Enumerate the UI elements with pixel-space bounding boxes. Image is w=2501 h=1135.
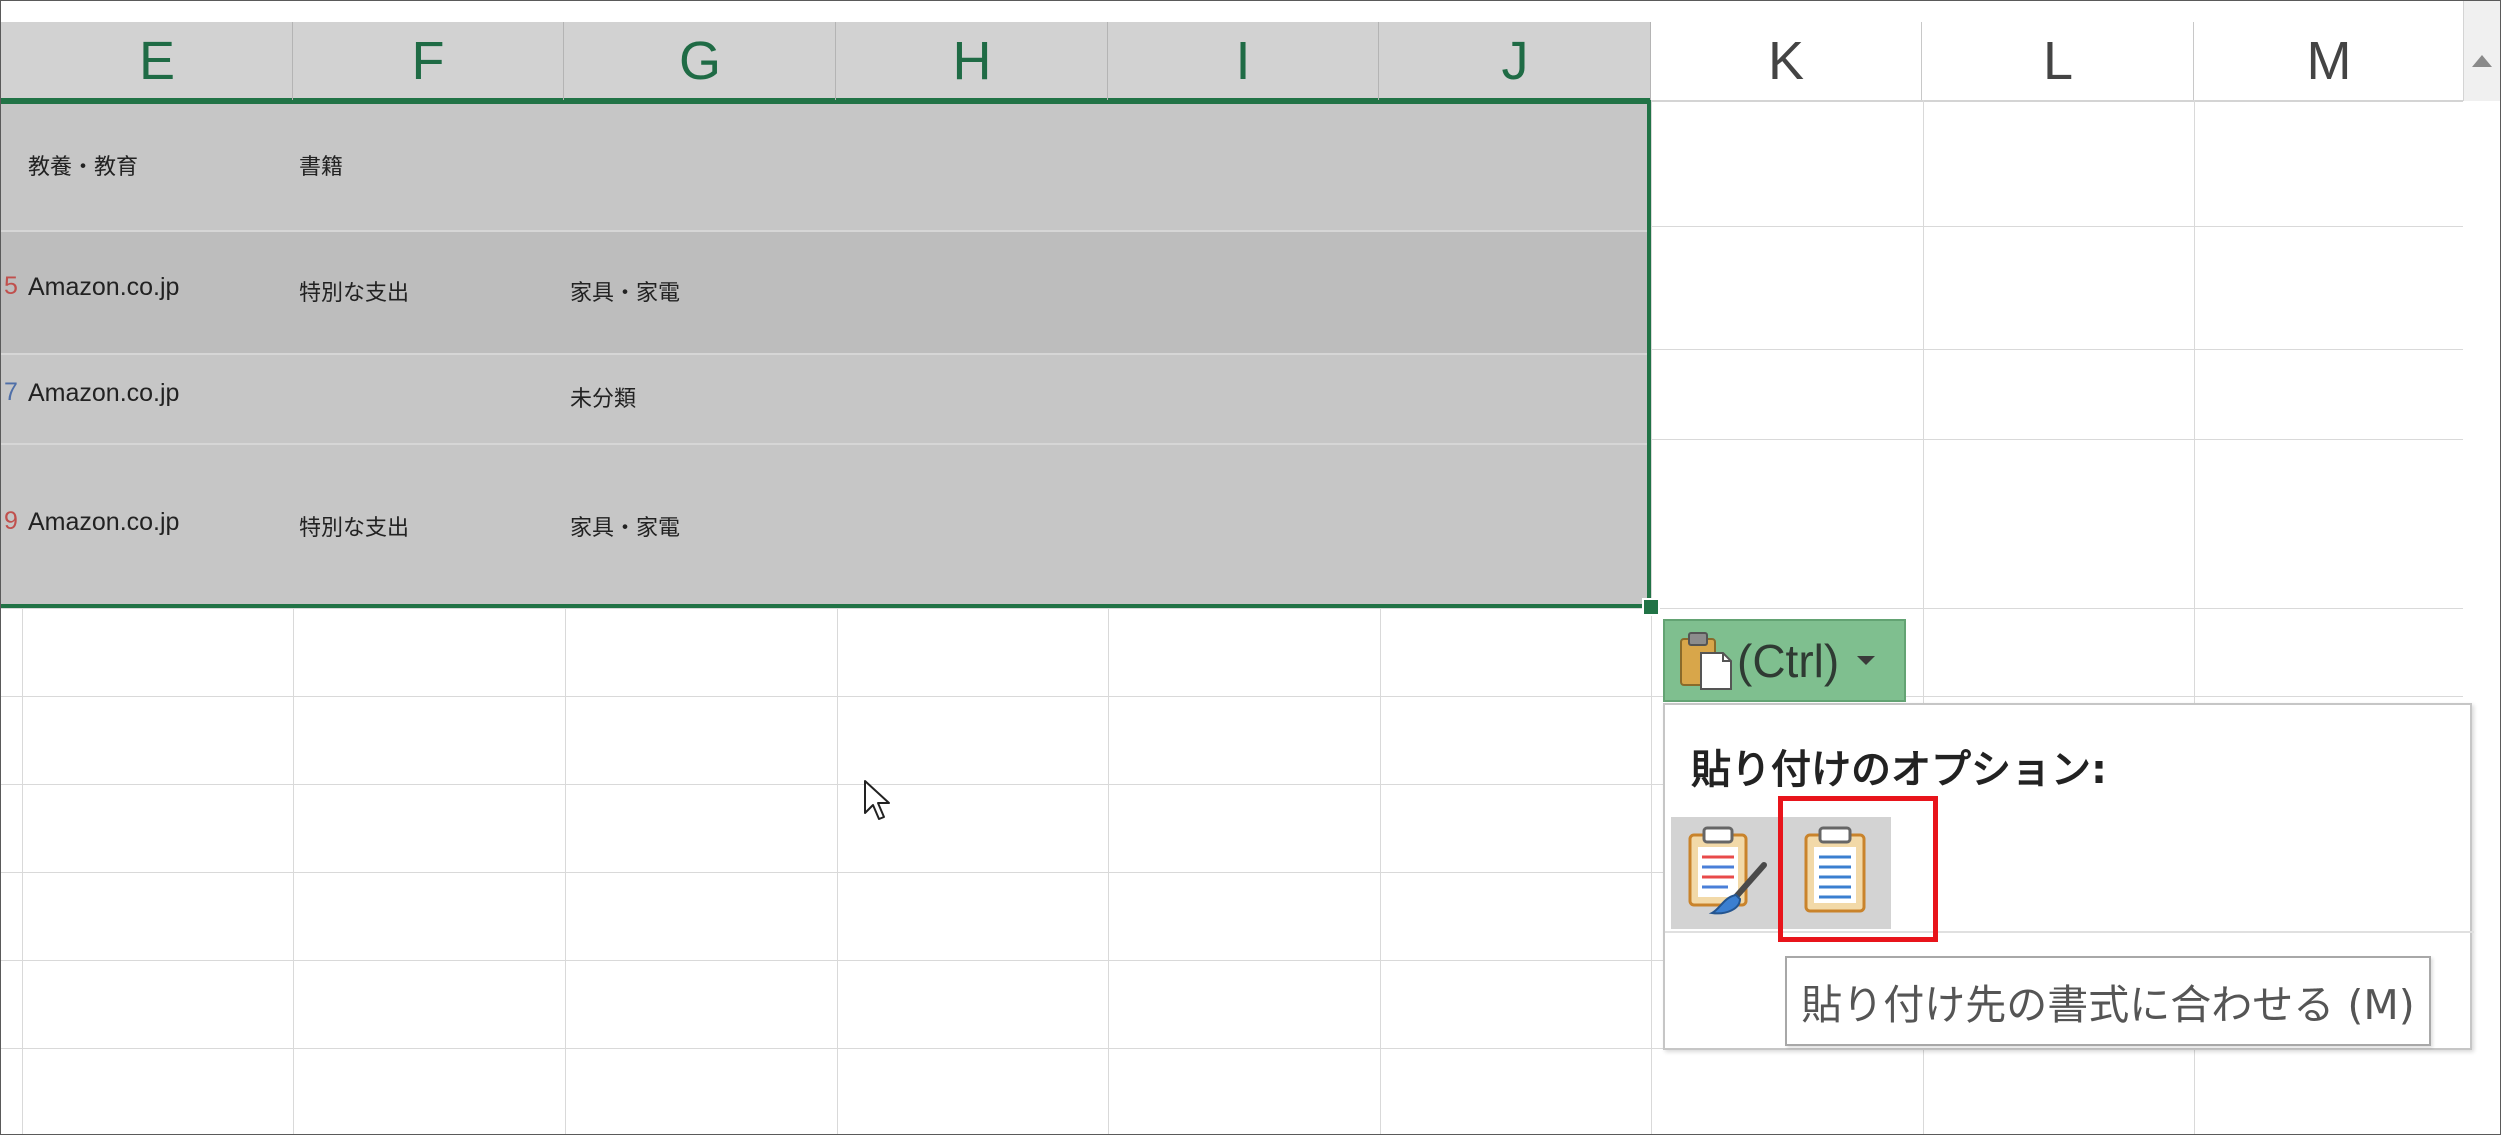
highlight-annotation-box xyxy=(1778,796,1938,942)
cell-e-row4[interactable]: Amazon.co.jp xyxy=(28,508,179,537)
column-header-l[interactable]: L xyxy=(1923,22,2194,100)
cell-d-row4-partial[interactable]: 9 xyxy=(4,507,18,536)
column-header-m[interactable]: M xyxy=(2194,22,2465,100)
cell-e-row1[interactable]: 教養・教育 xyxy=(28,149,138,181)
paste-options-label: (Ctrl) xyxy=(1737,634,1840,687)
column-header-i[interactable]: I xyxy=(1108,22,1379,100)
cell-d-row2-partial[interactable]: 5 xyxy=(4,272,18,301)
cell-g-row2[interactable]: 家具・家電 xyxy=(570,275,680,307)
scroll-up-arrow-icon[interactable] xyxy=(2472,55,2492,67)
paste-keep-source-formatting-button[interactable] xyxy=(1671,817,1781,929)
cell-g-row4[interactable]: 家具・家電 xyxy=(570,510,680,542)
cell-d-row3-partial[interactable]: 7 xyxy=(4,378,18,407)
row-separator xyxy=(1,230,1647,232)
cell-e-row2[interactable]: Amazon.co.jp xyxy=(28,273,179,302)
cell-f-row4[interactable]: 特別な支出 xyxy=(299,510,409,542)
column-header-f[interactable]: F xyxy=(293,22,564,100)
keep-source-formatting-icon xyxy=(1684,825,1768,922)
column-header-e[interactable]: E xyxy=(22,22,293,100)
selected-range[interactable] xyxy=(1,100,1651,608)
paste-options-button[interactable]: (Ctrl) xyxy=(1663,619,1906,702)
vertical-scrollbar[interactable] xyxy=(2463,1,2500,101)
column-header-g[interactable]: G xyxy=(565,22,836,100)
row-separator xyxy=(1,353,1647,355)
fill-handle[interactable] xyxy=(1642,598,1660,616)
row-separator xyxy=(1,443,1647,445)
column-header-h[interactable]: H xyxy=(837,22,1108,100)
spreadsheet-window: E F G H I J K L M 教養・教育 書籍 5 Amazon.co.j… xyxy=(0,0,2501,1135)
cell-e-row3[interactable]: Amazon.co.jp xyxy=(28,379,179,408)
column-header-j[interactable]: J xyxy=(1380,22,1651,100)
chevron-down-icon[interactable] xyxy=(1857,656,1876,665)
cell-f-row2[interactable]: 特別な支出 xyxy=(299,275,409,307)
cell-g-row3[interactable]: 未分類 xyxy=(570,381,636,413)
paste-options-title: 貼り付けのオプション: xyxy=(1691,747,2107,793)
column-header-bar: E F G H I J K L M xyxy=(1,22,2465,102)
cell-f-row1[interactable]: 書籍 xyxy=(299,149,343,181)
row-band xyxy=(1,230,1647,353)
column-header-k[interactable]: K xyxy=(1651,22,1922,100)
clipboard-icon xyxy=(1679,631,1735,691)
mouse-pointer-icon xyxy=(863,779,891,826)
paste-option-tooltip: 貼り付け先の書式に合わせる (M) xyxy=(1785,956,2431,1046)
